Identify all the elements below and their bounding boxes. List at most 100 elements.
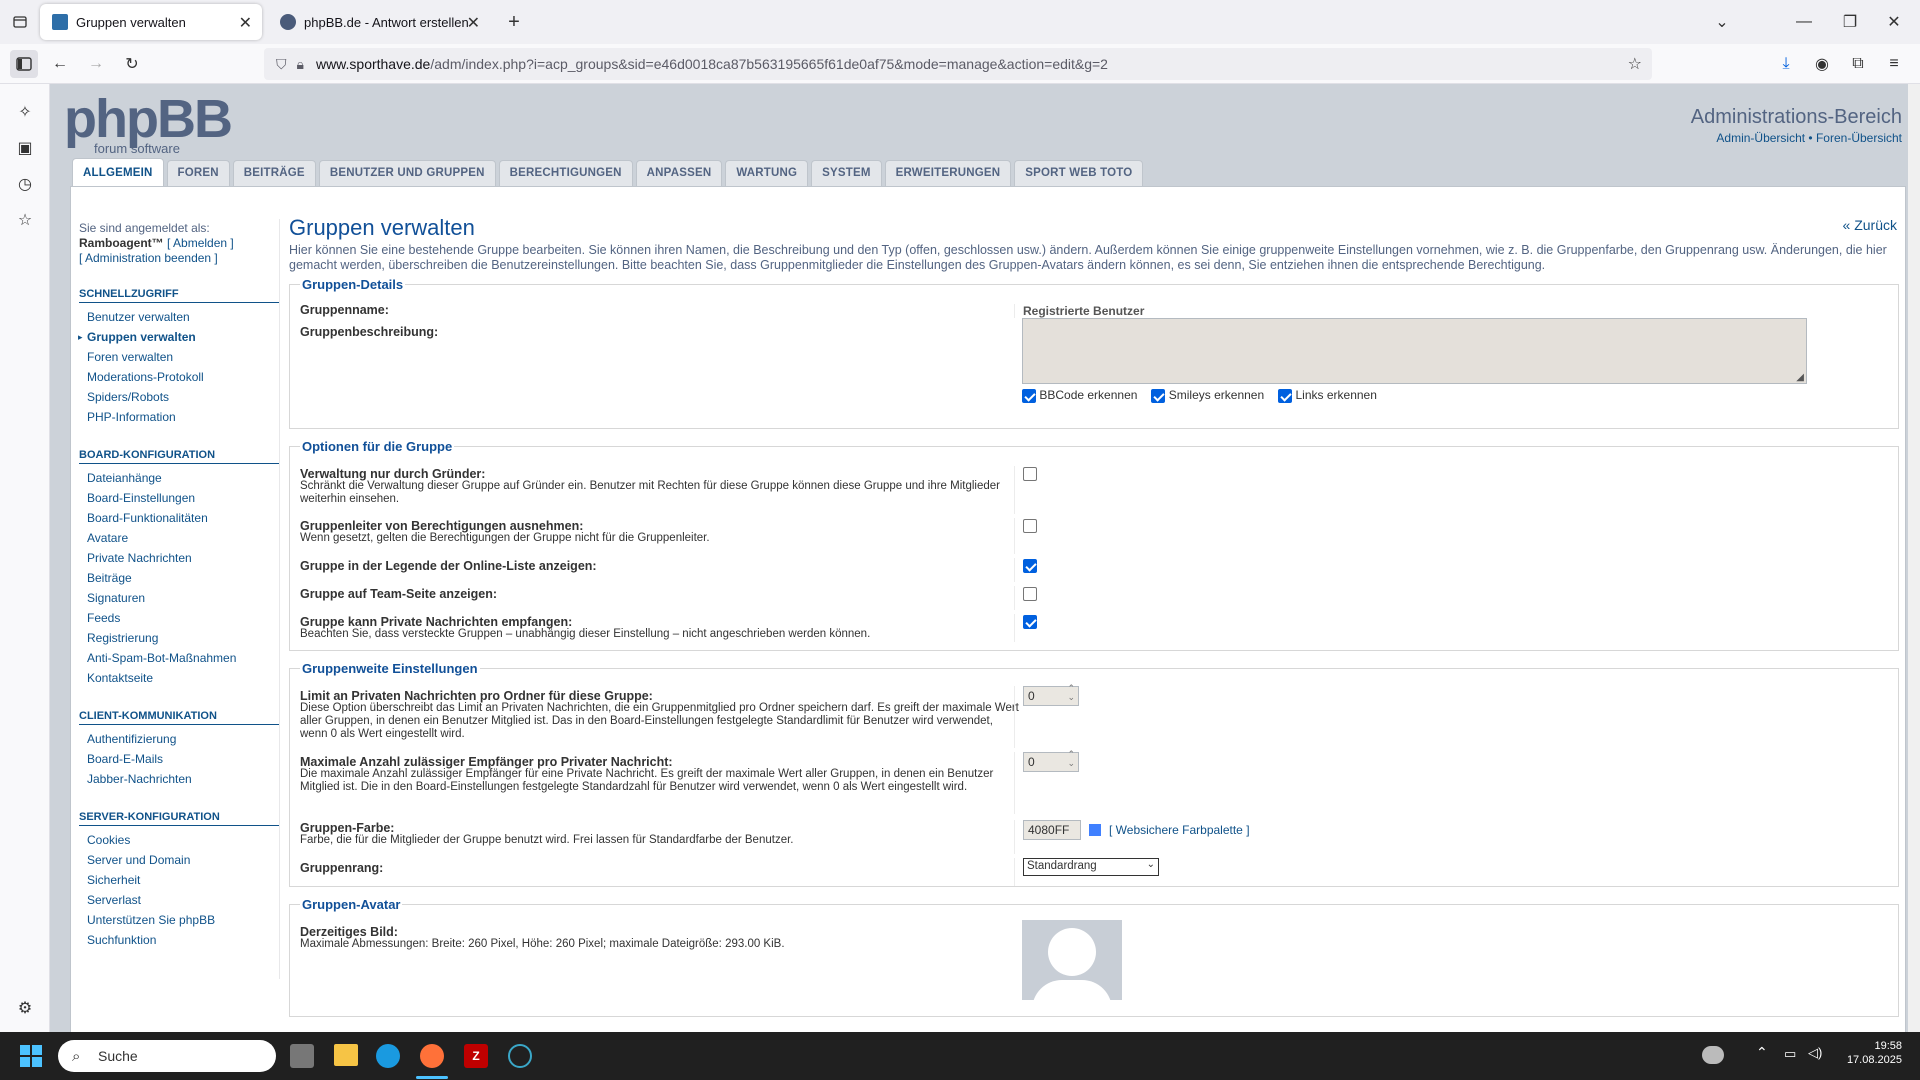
address-bar[interactable]: ⛉ 🔒︎ www.sporthave.de/adm/index.php?i=ac… xyxy=(264,48,1652,80)
menu-item[interactable]: Sicherheit xyxy=(79,870,279,890)
tab-anpassen[interactable]: ANPASSEN xyxy=(635,160,723,186)
menu-item[interactable]: Board-Funktionalitäten xyxy=(79,508,279,528)
menu-item[interactable]: Anti-Spam-Bot-Maßnahmen xyxy=(79,648,279,668)
tab-phpbb-antwort[interactable]: phpBB.de - Antwort erstellen ✕ xyxy=(268,4,490,40)
tab-wartung[interactable]: WARTUNG xyxy=(725,160,809,186)
team-checkbox[interactable] xyxy=(1023,586,1037,601)
menu-item[interactable]: Gruppen verwalten xyxy=(79,327,279,347)
forward-icon[interactable]: → xyxy=(82,50,110,78)
pm-limit-input[interactable]: 0 xyxy=(1023,684,1079,706)
ai-chat-icon[interactable]: ✧ xyxy=(11,98,39,126)
sidebar-toggle-icon[interactable] xyxy=(10,50,38,78)
admin-links[interactable]: Admin-Übersicht • Foren-Übersicht xyxy=(1691,131,1902,145)
recipients-input[interactable]: 0 xyxy=(1023,750,1079,772)
settings-gear-icon[interactable]: ⚙ xyxy=(11,994,39,1022)
smileys-checkbox[interactable] xyxy=(1151,388,1166,403)
chevron-down-icon[interactable]: ⌄ xyxy=(1708,8,1736,36)
page-scrollbar[interactable] xyxy=(1908,84,1920,1032)
end-admin-link[interactable]: [ Administration beenden ] xyxy=(79,251,218,265)
back-link[interactable]: « Zurück xyxy=(1843,217,1897,233)
legend-checkbox[interactable] xyxy=(1023,558,1037,573)
close-window-icon[interactable]: ✕ xyxy=(1880,8,1908,36)
menu-icon[interactable]: ≡ xyxy=(1880,50,1908,78)
menu-item[interactable]: Server und Domain xyxy=(79,850,279,870)
menu-item[interactable]: Unterstützen Sie phpBB xyxy=(79,910,279,930)
bookmark-star-icon[interactable]: ☆ xyxy=(1628,54,1642,74)
fieldset-details: Gruppen-Details Gruppenname: Registriert… xyxy=(289,277,1899,429)
logout-link[interactable]: [ Abmelden ] xyxy=(167,236,234,250)
weather-icon[interactable] xyxy=(1702,1046,1724,1064)
color-input[interactable]: 4080FF xyxy=(1023,820,1081,840)
download-icon[interactable]: ⤓ xyxy=(1772,50,1800,78)
menu-item[interactable]: Private Nachrichten xyxy=(79,548,279,568)
windows-start-icon[interactable] xyxy=(20,1045,42,1067)
bookmarks-icon[interactable]: ☆ xyxy=(11,206,39,234)
menu-item[interactable]: Signaturen xyxy=(79,588,279,608)
clock[interactable]: 19:58 17.08.2025 xyxy=(1830,1040,1902,1066)
tab-benutzer-und-gruppen[interactable]: BENUTZER UND GRUPPEN xyxy=(318,160,496,186)
close-tab-icon[interactable]: ✕ xyxy=(467,13,480,33)
leader-checkbox[interactable] xyxy=(1023,518,1037,533)
history-icon[interactable]: ◷ xyxy=(11,170,39,198)
taskbar-search[interactable]: ⌕ Suche xyxy=(58,1040,276,1072)
pm-checkbox[interactable] xyxy=(1023,614,1037,629)
new-tab-icon[interactable]: + xyxy=(500,8,528,36)
file-explorer-icon[interactable] xyxy=(334,1044,358,1066)
tab-beitraege[interactable]: BEITRÄGE xyxy=(232,160,316,186)
shield-icon[interactable]: ⛉ xyxy=(276,56,287,73)
rank-select[interactable]: Standardrang ⌄ xyxy=(1023,858,1159,876)
menu-item[interactable]: Kontaktseite xyxy=(79,668,279,688)
phpbb-logo[interactable]: phpBB forum software xyxy=(64,92,233,156)
tray-chevron-icon[interactable]: ⌃ xyxy=(1756,1044,1768,1061)
menu-item[interactable]: Board-Einstellungen xyxy=(79,488,279,508)
resize-handle-icon[interactable]: ◢ xyxy=(1796,372,1804,383)
bbcode-checkbox[interactable] xyxy=(1022,388,1036,403)
menu-item[interactable]: Suchfunktion xyxy=(79,930,279,950)
app-icon[interactable] xyxy=(508,1044,532,1068)
firefox-icon[interactable] xyxy=(420,1044,444,1068)
tab-gruppen-verwalten[interactable]: Gruppen verwalten ✕ xyxy=(40,4,262,40)
label-legend: Gruppe in der Legende der Online-Liste a… xyxy=(300,559,597,573)
network-icon[interactable]: ▭ xyxy=(1784,1046,1796,1062)
menu-item[interactable]: Foren verwalten xyxy=(79,347,279,367)
tab-list-icon[interactable] xyxy=(6,8,34,36)
menu-item[interactable]: Cookies xyxy=(79,830,279,850)
restore-icon[interactable]: ❐ xyxy=(1836,8,1864,36)
menu-item[interactable]: PHP-Information xyxy=(79,407,279,427)
task-view-icon[interactable] xyxy=(290,1044,314,1068)
synced-tabs-icon[interactable]: ▣ xyxy=(11,134,39,162)
extensions-icon[interactable]: ⧉ xyxy=(1844,50,1872,78)
edge-icon[interactable] xyxy=(376,1044,400,1068)
back-icon[interactable]: ← xyxy=(46,50,74,78)
menu-item[interactable]: Spiders/Robots xyxy=(79,387,279,407)
menu-item[interactable]: Beiträge xyxy=(79,568,279,588)
founder-checkbox[interactable] xyxy=(1023,466,1037,481)
label-pm-limit: Limit an Privaten Nachrichten pro Ordner… xyxy=(300,689,653,703)
filezilla-icon[interactable]: Z xyxy=(464,1044,488,1068)
tab-sport-web-toto[interactable]: SPORT WEB TOTO xyxy=(1014,160,1144,186)
menu-item[interactable]: Registrierung xyxy=(79,628,279,648)
menu-item[interactable]: Benutzer verwalten xyxy=(79,307,279,327)
tab-berechtigungen[interactable]: BERECHTIGUNGEN xyxy=(498,160,633,186)
menu-item[interactable]: Authentifizierung xyxy=(79,729,279,749)
tab-allgemein[interactable]: ALLGEMEIN xyxy=(72,158,164,186)
menu-item[interactable]: Jabber-Nachrichten xyxy=(79,769,279,789)
close-tab-icon[interactable]: ✕ xyxy=(239,13,252,33)
menu-item[interactable]: Dateianhänge xyxy=(79,468,279,488)
minimize-icon[interactable]: — xyxy=(1790,8,1818,36)
menu-item[interactable]: Avatare xyxy=(79,528,279,548)
account-icon[interactable]: ◉ xyxy=(1808,50,1836,78)
links-checkbox[interactable] xyxy=(1278,388,1293,403)
menu-item[interactable]: Serverlast xyxy=(79,890,279,910)
menu-item[interactable]: Board-E-Mails xyxy=(79,749,279,769)
menu-item[interactable]: Feeds xyxy=(79,608,279,628)
tab-system[interactable]: SYSTEM xyxy=(811,160,882,186)
reload-icon[interactable]: ↻ xyxy=(118,50,146,78)
lock-icon[interactable]: 🔒︎ xyxy=(297,56,304,73)
menu-item[interactable]: Moderations-Protokoll xyxy=(79,367,279,387)
tab-foren[interactable]: FOREN xyxy=(166,160,230,186)
tab-erweiterungen[interactable]: ERWEITERUNGEN xyxy=(884,160,1012,186)
palette-link[interactable]: [ Websichere Farbpalette ] xyxy=(1109,823,1250,837)
volume-icon[interactable]: ◁) xyxy=(1808,1045,1822,1061)
desc-textarea[interactable]: ◢ xyxy=(1022,318,1807,384)
